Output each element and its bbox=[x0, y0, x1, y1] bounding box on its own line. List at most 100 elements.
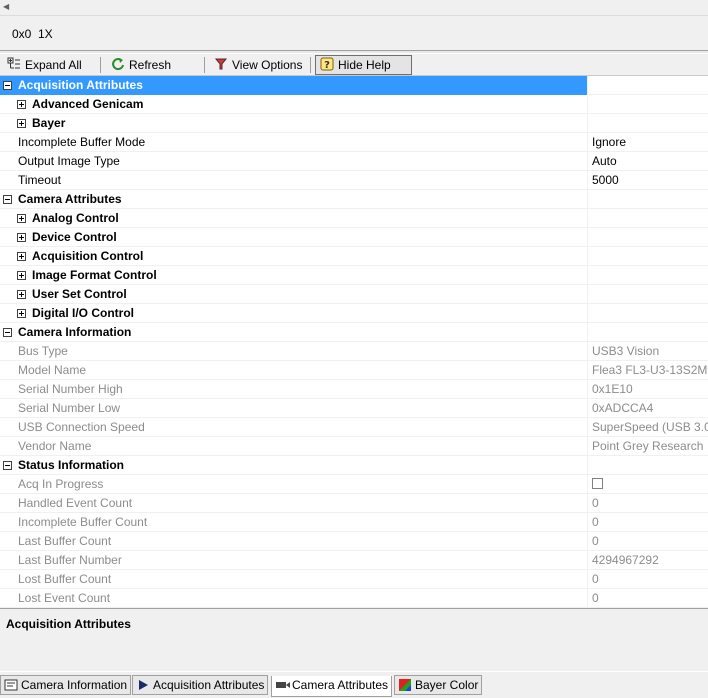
property-serial-number-low[interactable]: Serial Number Low 0xADCCA4 bbox=[0, 399, 708, 418]
property-vendor-name[interactable]: Vendor Name Point Grey Research bbox=[0, 437, 708, 456]
scroll-left-arrow-icon[interactable]: ◀ bbox=[3, 2, 13, 12]
property-label: Image Format Control bbox=[32, 268, 157, 282]
property-label: User Set Control bbox=[32, 287, 127, 301]
collapse-icon[interactable] bbox=[3, 461, 12, 470]
tab-label: Camera Information bbox=[21, 678, 128, 692]
category-bayer[interactable]: Bayer bbox=[0, 114, 708, 133]
property-output-image-type[interactable]: Output Image Type Auto bbox=[0, 152, 708, 171]
category-digital-io-control[interactable]: Digital I/O Control bbox=[0, 304, 708, 323]
property-lost-buffer-count[interactable]: Lost Buffer Count 0 bbox=[0, 570, 708, 589]
property-value: SuperSpeed (USB 3.0) bbox=[587, 418, 708, 437]
property-usb-connection-speed[interactable]: USB Connection Speed SuperSpeed (USB 3.0… bbox=[0, 418, 708, 437]
tab-label: Camera Attributes bbox=[292, 678, 389, 692]
expand-icon[interactable] bbox=[17, 119, 26, 128]
property-label: Bayer bbox=[32, 116, 66, 130]
category-analog-control[interactable]: Analog Control bbox=[0, 209, 708, 228]
toolbar-separator bbox=[204, 57, 205, 73]
property-label: Advanced Genicam bbox=[32, 97, 144, 111]
property-value: 0 bbox=[587, 513, 708, 532]
property-label: Incomplete Buffer Mode bbox=[18, 135, 146, 149]
toolbar-separator bbox=[100, 57, 101, 73]
tab-bayer-color[interactable]: Bayer Color bbox=[394, 675, 483, 695]
expand-all-button[interactable]: Expand All bbox=[2, 55, 87, 75]
expand-icon[interactable] bbox=[17, 233, 26, 242]
bayer-color-icon bbox=[398, 678, 412, 691]
property-value: USB3 Vision bbox=[587, 342, 708, 361]
property-value[interactable]: Ignore bbox=[587, 133, 708, 152]
toolbar-separator bbox=[310, 57, 311, 73]
tab-label: Acquisition Attributes bbox=[153, 678, 265, 692]
property-serial-number-high[interactable]: Serial Number High 0x1E10 bbox=[0, 380, 708, 399]
refresh-button[interactable]: Refresh bbox=[106, 55, 176, 75]
property-label: Device Control bbox=[32, 230, 117, 244]
category-image-format-control[interactable]: Image Format Control bbox=[0, 266, 708, 285]
property-value: 4294967292 bbox=[587, 551, 708, 570]
play-icon bbox=[136, 678, 150, 690]
property-last-buffer-number[interactable]: Last Buffer Number 4294967292 bbox=[0, 551, 708, 570]
property-label: Analog Control bbox=[32, 211, 119, 225]
property-incomplete-buffer-mode[interactable]: Incomplete Buffer Mode Ignore bbox=[0, 133, 708, 152]
tab-camera-information[interactable]: Camera Information bbox=[0, 675, 132, 695]
expand-all-label: Expand All bbox=[25, 58, 82, 72]
property-label: Incomplete Buffer Count bbox=[18, 515, 148, 529]
property-label: Camera Information bbox=[18, 325, 132, 339]
property-value: 0 bbox=[587, 589, 708, 608]
property-lost-event-count[interactable]: Lost Event Count 0 bbox=[0, 589, 708, 608]
pixel-offset-readout: 0x0 bbox=[12, 27, 32, 41]
property-handled-event-count[interactable]: Handled Event Count 0 bbox=[0, 494, 708, 513]
property-label: Lost Event Count bbox=[18, 591, 111, 605]
property-bus-type[interactable]: Bus Type USB3 Vision bbox=[0, 342, 708, 361]
property-incomplete-buffer-count[interactable]: Incomplete Buffer Count 0 bbox=[0, 513, 708, 532]
property-label: Acquisition Attributes bbox=[18, 78, 143, 92]
property-last-buffer-count[interactable]: Last Buffer Count 0 bbox=[0, 532, 708, 551]
expand-icon[interactable] bbox=[17, 309, 26, 318]
property-label: Acq In Progress bbox=[18, 477, 104, 491]
property-timeout[interactable]: Timeout 5000 bbox=[0, 171, 708, 190]
property-label: Serial Number Low bbox=[18, 401, 121, 415]
help-panel: Acquisition Attributes bbox=[0, 608, 708, 671]
acq-in-progress-checkbox[interactable] bbox=[592, 478, 603, 489]
property-label: Handled Event Count bbox=[18, 496, 133, 510]
collapse-icon[interactable] bbox=[3, 195, 12, 204]
property-label: Digital I/O Control bbox=[32, 306, 134, 320]
property-toolbar: Expand All Refresh View Options ? Hide H… bbox=[0, 54, 708, 76]
camera-icon bbox=[275, 678, 290, 690]
property-value[interactable]: Auto bbox=[587, 152, 708, 171]
property-value: 0 bbox=[587, 570, 708, 589]
help-title: Acquisition Attributes bbox=[6, 617, 131, 631]
horizontal-scrollbar[interactable]: ◀ bbox=[0, 0, 708, 16]
tab-camera-attributes[interactable]: Camera Attributes bbox=[271, 676, 393, 697]
expand-icon[interactable] bbox=[17, 100, 26, 109]
expand-tree-icon bbox=[7, 57, 21, 71]
property-grid[interactable]: Acquisition Attributes Advanced Genicam … bbox=[0, 76, 708, 608]
property-value[interactable]: 5000 bbox=[587, 171, 708, 190]
category-acquisition-attributes[interactable]: Acquisition Attributes bbox=[0, 76, 708, 95]
view-options-button[interactable]: View Options bbox=[209, 55, 307, 75]
expand-icon[interactable] bbox=[17, 290, 26, 299]
expand-icon[interactable] bbox=[17, 252, 26, 261]
category-camera-attributes[interactable]: Camera Attributes bbox=[0, 190, 708, 209]
property-label: USB Connection Speed bbox=[18, 420, 145, 434]
expand-icon[interactable] bbox=[17, 214, 26, 223]
expand-icon[interactable] bbox=[17, 271, 26, 280]
category-status-information[interactable]: Status Information bbox=[0, 456, 708, 475]
view-options-icon bbox=[214, 57, 228, 71]
property-value: Point Grey Research bbox=[587, 437, 708, 456]
property-value: 0 bbox=[587, 532, 708, 551]
collapse-icon[interactable] bbox=[3, 328, 12, 337]
collapse-icon[interactable] bbox=[3, 81, 12, 90]
category-advanced-genicam[interactable]: Advanced Genicam bbox=[0, 95, 708, 114]
property-label: Bus Type bbox=[18, 344, 68, 358]
tab-acquisition-attributes[interactable]: Acquisition Attributes bbox=[132, 675, 269, 695]
category-device-control[interactable]: Device Control bbox=[0, 228, 708, 247]
category-acquisition-control[interactable]: Acquisition Control bbox=[0, 247, 708, 266]
view-options-label: View Options bbox=[232, 58, 303, 72]
property-acq-in-progress[interactable]: Acq In Progress bbox=[0, 475, 708, 494]
property-model-name[interactable]: Model Name Flea3 FL3-U3-13S2M bbox=[0, 361, 708, 380]
hide-help-button[interactable]: ? Hide Help bbox=[315, 55, 412, 75]
category-camera-information[interactable]: Camera Information bbox=[0, 323, 708, 342]
tab-label: Bayer Color bbox=[415, 678, 479, 692]
category-user-set-control[interactable]: User Set Control bbox=[0, 285, 708, 304]
image-info-bar: 0x0 1X bbox=[0, 17, 708, 48]
property-label: Serial Number High bbox=[18, 382, 123, 396]
